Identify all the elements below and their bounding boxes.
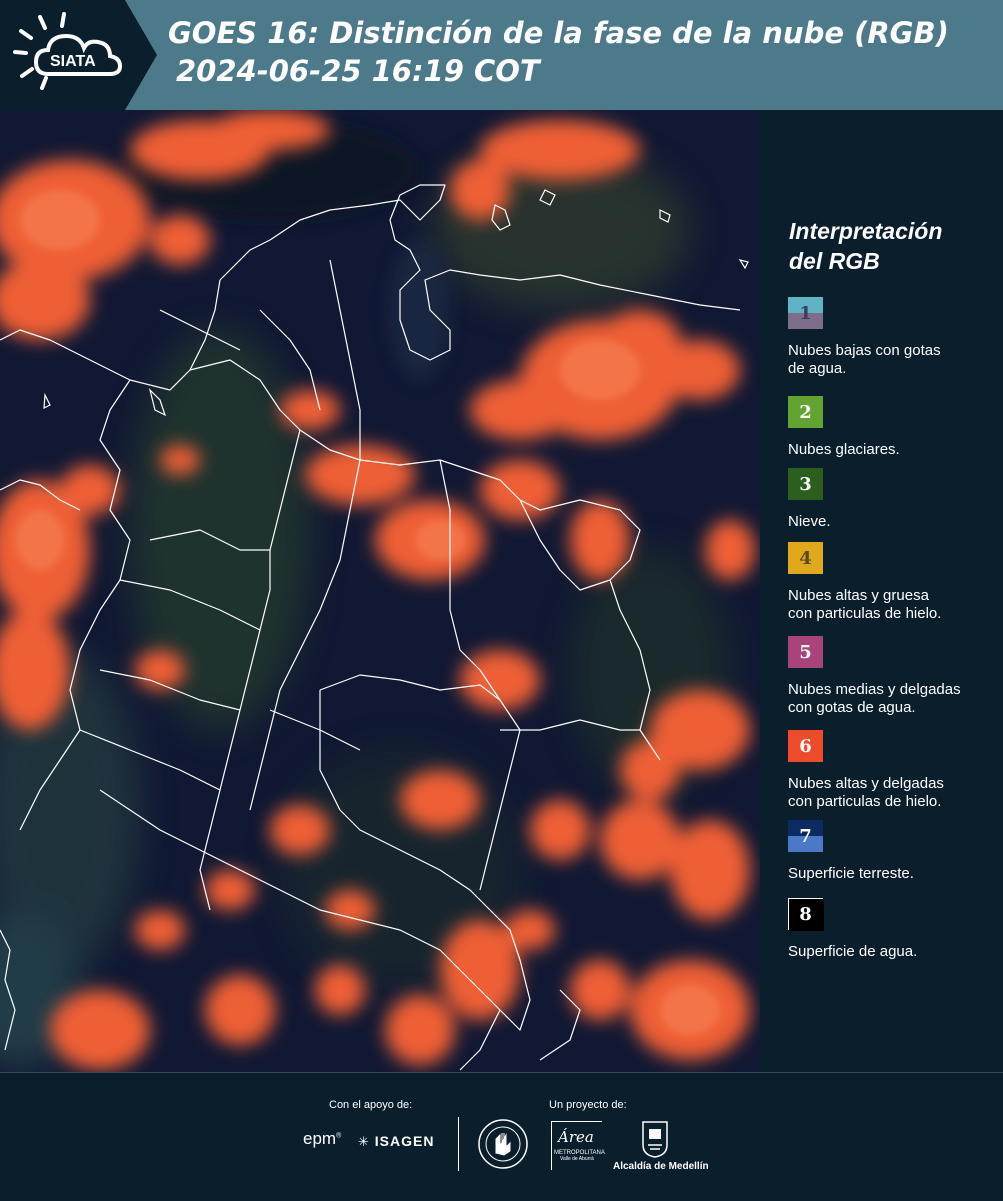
legend-panel: Interpretación del RGB 1 Nubes bajas con … <box>760 110 1003 1072</box>
legend-item-3: 3 Nieve. <box>788 468 1000 531</box>
legend-item-4: 4 Nubes altas y gruesa con particulas de h… <box>788 542 1000 623</box>
legend-label: Nubes bajas con gotas de agua. <box>788 342 1000 378</box>
legend-swatch-8: 8 <box>788 898 824 931</box>
logo-text: SIATA <box>50 53 96 70</box>
legend-swatch-4: 4 <box>788 542 823 574</box>
legend-number: 3 <box>799 473 812 495</box>
legend-number: 6 <box>799 735 812 757</box>
siata-logo-icon: SIATA <box>13 12 123 90</box>
sponsor-area-metropolitana-logo: Área METROPOLITANA Valle de Aburrá <box>551 1121 605 1170</box>
legend-label-line-2: con particulas de hielo. <box>788 605 942 622</box>
legend-item-1: 1 Nubes bajas con gotas de agua. <box>788 297 1000 378</box>
support-label: Con el apoyo de: <box>329 1099 413 1111</box>
sponsor-isagen-text: ISAGEN <box>374 1133 435 1149</box>
footer: Con el apoyo de: Un proyecto de: epm® ✳ … <box>0 1072 1003 1201</box>
legend-item-6: 6 Nubes altas y delgadas con particulas de… <box>788 730 1000 811</box>
legend-swatch-5: 5 <box>788 636 823 668</box>
sponsor-alcaldia-text: Alcaldía de Medellín <box>613 1161 709 1172</box>
sponsor-epm-logo: epm® <box>303 1129 342 1148</box>
header-bar: SIATA GOES 16: Distinción de la fase de … <box>0 0 1003 110</box>
legend-label: Nieve. <box>788 513 1000 531</box>
isagen-star-icon: ✳ <box>358 1134 370 1149</box>
legend-item-7: 7 Superficie terreste. <box>788 820 1000 883</box>
legend-label-line-1: Superficie de agua. <box>788 943 918 960</box>
legend-label: Nubes medias y delgadas con gotas de agua… <box>788 681 1000 717</box>
satellite-map[interactable] <box>0 110 760 1072</box>
legend-number: 8 <box>799 903 812 925</box>
legend-title-line-1: Interpretación <box>789 218 943 244</box>
legend-label-line-1: Nubes medias y delgadas <box>788 681 961 698</box>
legend-number: 7 <box>799 825 812 847</box>
legend-swatch-6: 6 <box>788 730 823 762</box>
sponsor-epm-text: epm <box>303 1129 337 1148</box>
legend-label: Superficie de agua. <box>788 943 1000 961</box>
alcaldia-shield-icon <box>642 1121 668 1158</box>
legend-number: 4 <box>799 547 812 569</box>
legend-label-line-2: con gotas de agua. <box>788 699 916 716</box>
legend-label: Superficie terreste. <box>788 865 1000 883</box>
legend-label-line-2: de agua. <box>788 360 847 377</box>
area-metro-sub-2: Valle de Aburrá <box>560 1156 594 1162</box>
rgb-cloud-phase-image <box>0 110 760 1072</box>
footer-divider <box>458 1117 459 1171</box>
legend-title: Interpretación del RGB <box>789 216 942 276</box>
area-metro-title: Área <box>558 1128 594 1146</box>
legend-label: Nubes altas y gruesa con particulas de hi… <box>788 587 1000 623</box>
legend-swatch-3: 3 <box>788 468 823 500</box>
legend-swatch-1: 1 <box>788 297 823 329</box>
legend-item-5: 5 Nubes medias y delgadas con gotas de agu… <box>788 636 1000 717</box>
project-label: Un proyecto de: <box>549 1099 627 1111</box>
legend-label: Nubes altas y delgadas con particulas de … <box>788 775 1000 811</box>
legend-number: 2 <box>799 401 812 423</box>
page-title: GOES 16: Distinción de la fase de la nub… <box>168 14 949 90</box>
legend-label-line-1: Nubes bajas con gotas <box>788 342 941 359</box>
legend-number: 5 <box>799 641 812 663</box>
legend-label-line-2: con particulas de hielo. <box>788 793 942 810</box>
legend-label-line-1: Nubes glaciares. <box>788 441 900 458</box>
legend-item-2: 2 Nubes glaciares. <box>788 396 1000 459</box>
title-line-2-timestamp: 2024-06-25 16:19 COT <box>176 54 540 88</box>
legend-title-line-2: del RGB <box>789 248 880 274</box>
legend-number: 1 <box>799 302 812 324</box>
legend-label-line-1: Nubes altas y delgadas <box>788 775 944 792</box>
legend-label-line-1: Nubes altas y gruesa <box>788 587 929 604</box>
legend-label-line-1: Nieve. <box>788 513 831 530</box>
legend-swatch-2: 2 <box>788 396 823 428</box>
legend-label: Nubes glaciares. <box>788 441 1000 459</box>
seal-logo-icon <box>478 1119 528 1169</box>
sponsor-isagen-logo: ✳ ISAGEN <box>358 1133 434 1150</box>
legend-item-8: 8 Superficie de agua. <box>788 898 1000 961</box>
legend-swatch-7: 7 <box>788 820 823 852</box>
legend-label-line-1: Superficie terreste. <box>788 865 914 882</box>
title-line-1: GOES 16: Distinción de la fase de la nub… <box>168 16 949 50</box>
